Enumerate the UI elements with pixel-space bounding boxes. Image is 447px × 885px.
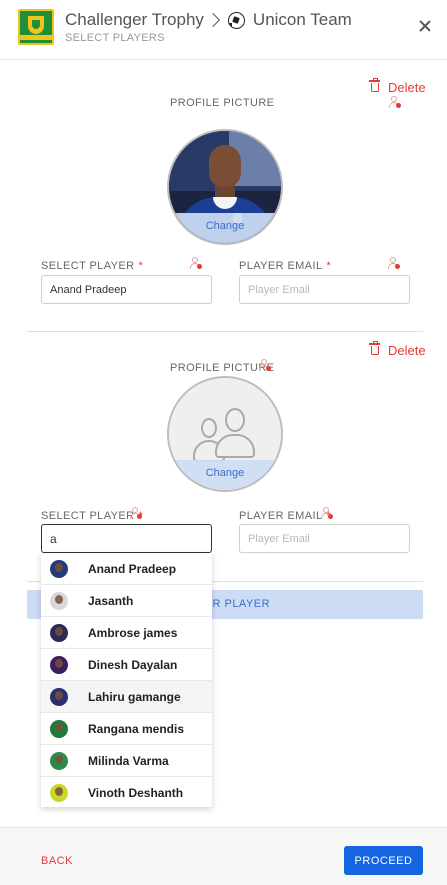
player-avatar bbox=[50, 591, 68, 610]
change-picture-2-button[interactable]: Change bbox=[169, 460, 281, 490]
person-alert-icon bbox=[130, 507, 142, 520]
delete-player-2-button[interactable]: Delete bbox=[369, 341, 426, 358]
person-alert-icon bbox=[321, 507, 333, 520]
player-option-name: Milinda Varma bbox=[88, 753, 169, 768]
player-avatar bbox=[50, 623, 68, 642]
select-player-label-text: SELECT PLAYER bbox=[41, 260, 135, 272]
player-option[interactable]: Vinoth Deshanth bbox=[41, 777, 212, 807]
select-player-2-label: SELECT PLAYER* bbox=[41, 510, 143, 522]
player-avatar bbox=[50, 783, 68, 802]
player-suggestions-dropdown: Anand Pradeep Jasanth Ambrose james Dine… bbox=[41, 553, 212, 807]
breadcrumb-team: Unicon Team bbox=[252, 10, 352, 29]
select-player-1-input[interactable] bbox=[41, 275, 212, 304]
player-option-name: Lahiru gamange bbox=[88, 689, 181, 704]
player-option[interactable]: Lahiru gamange bbox=[41, 681, 212, 713]
tournament-logo bbox=[18, 9, 54, 45]
person-alert-icon bbox=[389, 96, 401, 109]
delete-player-1-button[interactable]: Delete bbox=[369, 78, 426, 95]
player-avatar bbox=[50, 687, 68, 706]
delete-label: Delete bbox=[388, 343, 426, 358]
player-option[interactable]: Anand Pradeep bbox=[41, 553, 212, 585]
page-subtitle: SELECT PLAYERS bbox=[65, 32, 165, 44]
change-picture-1-button[interactable]: Change bbox=[169, 213, 281, 243]
person-alert-icon bbox=[259, 359, 271, 372]
person-alert-icon bbox=[190, 257, 202, 270]
select-player-1-label: SELECT PLAYER * bbox=[41, 260, 143, 272]
player-option[interactable]: Rangana mendis bbox=[41, 713, 212, 745]
player-avatar bbox=[50, 751, 68, 770]
player-option[interactable]: Milinda Varma bbox=[41, 745, 212, 777]
player-avatar bbox=[50, 655, 68, 674]
footer: BACK PROCEED bbox=[0, 827, 447, 885]
player-option[interactable]: Dinesh Dayalan bbox=[41, 649, 212, 681]
close-icon[interactable] bbox=[415, 16, 435, 36]
player-option-name: Jasanth bbox=[88, 593, 134, 608]
chevron-right-icon bbox=[205, 12, 220, 28]
player-email-1-input[interactable] bbox=[239, 275, 410, 304]
header: Challenger Trophy Unicon Team SELECT PLA… bbox=[0, 0, 447, 60]
player-option-name: Rangana mendis bbox=[88, 721, 185, 736]
profile-picture-label: PROFILE PICTURE bbox=[170, 97, 275, 109]
player-option-name: Vinoth Deshanth bbox=[88, 785, 184, 800]
trash-icon bbox=[369, 341, 380, 355]
player-email-label-text: PLAYER EMAIL bbox=[239, 260, 323, 272]
back-button[interactable]: BACK bbox=[41, 855, 73, 867]
player-option-name: Dinesh Dayalan bbox=[88, 657, 178, 672]
user-placeholder-icon bbox=[215, 408, 255, 460]
soccer-ball-icon bbox=[227, 11, 245, 29]
person-alert-icon bbox=[388, 257, 400, 270]
delete-label: Delete bbox=[388, 80, 426, 95]
player-email-2-label: PLAYER EMAIL* bbox=[239, 510, 331, 522]
proceed-button[interactable]: PROCEED bbox=[344, 846, 423, 875]
required-mark: * bbox=[326, 260, 332, 272]
select-player-label-text: SELECT PLAYER bbox=[41, 510, 135, 522]
required-mark: * bbox=[138, 260, 144, 272]
player-email-label-text: PLAYER EMAIL bbox=[239, 510, 323, 522]
profile-picture-1[interactable]: Change bbox=[167, 129, 283, 245]
trash-icon bbox=[369, 78, 380, 92]
player-option-name: Ambrose james bbox=[88, 625, 178, 640]
player-option[interactable]: Ambrose james bbox=[41, 617, 212, 649]
player-avatar bbox=[50, 719, 68, 738]
breadcrumb: Challenger Trophy Unicon Team bbox=[65, 9, 352, 31]
breadcrumb-tournament[interactable]: Challenger Trophy bbox=[65, 10, 204, 30]
player-avatar bbox=[50, 559, 68, 578]
player-option[interactable]: Jasanth bbox=[41, 585, 212, 617]
player-option-name: Anand Pradeep bbox=[88, 561, 177, 576]
player-email-2-input[interactable] bbox=[239, 524, 410, 553]
profile-picture-2[interactable]: Change bbox=[167, 376, 283, 492]
select-player-2-input[interactable] bbox=[41, 524, 212, 553]
divider bbox=[27, 331, 423, 332]
player-email-1-label: PLAYER EMAIL * bbox=[239, 260, 331, 272]
